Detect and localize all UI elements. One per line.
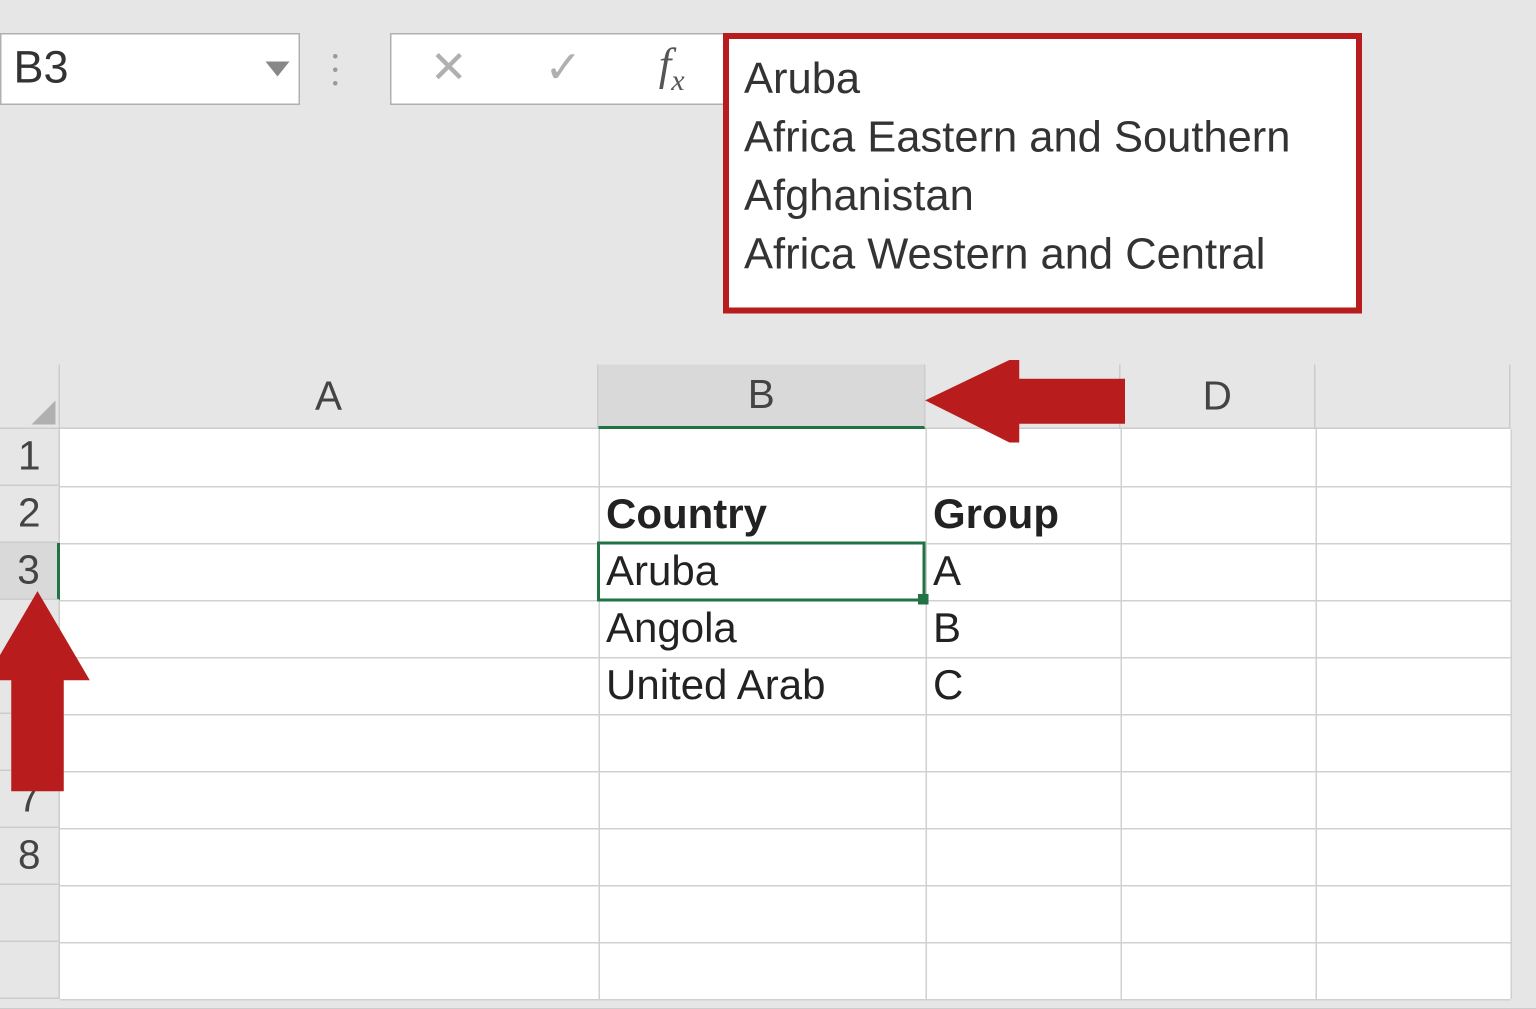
validation-dropdown-list[interactable]: Aruba Africa Eastern and Southern Afghan… [723,33,1362,313]
cell-C4[interactable]: B [926,600,1121,657]
row-header-7[interactable]: 7 [0,771,60,828]
cancel-icon: ✕ [430,47,468,92]
cell-B4[interactable]: Angola [599,600,926,657]
dropdown-item[interactable]: Afghanistan [744,168,1341,227]
enter-icon: ✓ [544,47,582,92]
dropdown-item[interactable]: Africa Eastern and Southern [744,110,1341,169]
cell-C2[interactable]: Group [926,486,1121,543]
dropdown-item[interactable]: Africa Western and Central [744,227,1341,286]
row-header-6[interactable]: 6 [0,714,60,771]
cell-B2[interactable]: Country [599,486,926,543]
col-header-D[interactable]: D [1121,365,1316,430]
col-header-extra[interactable] [1316,365,1511,430]
cell-C5[interactable]: C [926,657,1121,714]
name-box-value: B3 [14,44,69,95]
formula-bar-buttons: ✕ ✓ fx [390,33,723,105]
name-box[interactable]: B3 [0,33,300,105]
cell-B5[interactable]: United Arab [599,657,926,714]
row-header-extra[interactable] [0,885,60,942]
cell-B3[interactable]: Aruba [599,543,926,600]
row-header-extra[interactable] [0,942,60,999]
col-header-C[interactable]: C [926,365,1121,430]
row-header-2[interactable]: 2 [0,486,60,543]
row-header-5[interactable]: 5 [0,657,60,714]
col-header-A[interactable]: A [60,365,599,430]
name-box-dropdown-icon[interactable] [266,62,290,77]
row-header-1[interactable]: 1 [0,429,60,486]
cell-C3[interactable]: A [926,543,1121,600]
row-header-8[interactable]: 8 [0,828,60,885]
row-header-4[interactable]: 4 [0,600,60,657]
select-all-corner[interactable] [0,365,60,430]
fill-handle[interactable] [918,594,929,605]
dropdown-item[interactable]: Aruba [744,51,1341,110]
insert-function-button[interactable]: fx [659,40,685,99]
row-header-3[interactable]: 3 [0,543,60,600]
formula-bar-separator [323,33,347,105]
col-header-B[interactable]: B [599,365,926,430]
